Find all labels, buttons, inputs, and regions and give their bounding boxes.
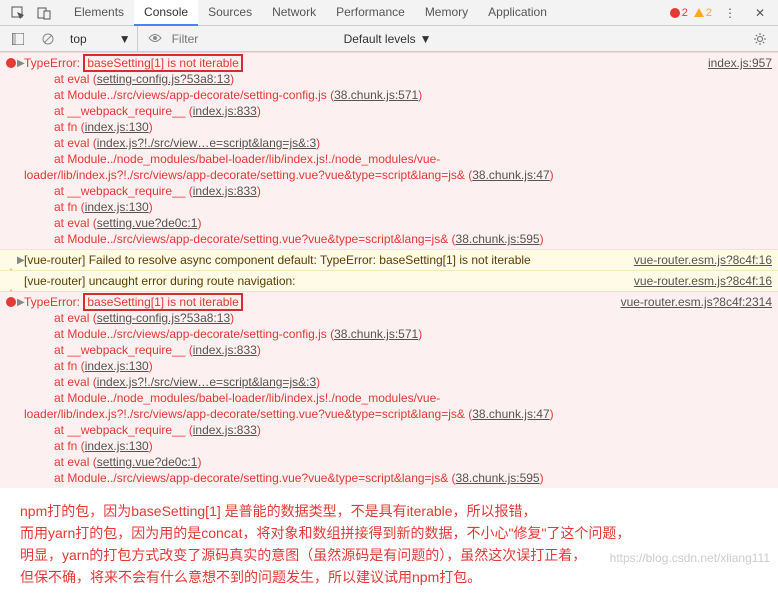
more-icon[interactable]: ⋮ xyxy=(718,1,742,25)
context-value: top xyxy=(70,32,105,46)
error-badge[interactable]: 2 xyxy=(670,7,688,19)
filter-input[interactable] xyxy=(172,32,332,46)
source-link[interactable]: index.js:833 xyxy=(193,343,257,357)
source-link[interactable]: vue-router.esm.js?8c4f:2314 xyxy=(621,294,772,310)
inspect-icon[interactable] xyxy=(6,1,30,25)
warn-text: [vue-router] uncaught error during route… xyxy=(24,274,296,288)
source-link[interactable]: index.js:833 xyxy=(193,423,257,437)
source-link[interactable]: setting.vue?de0c:1 xyxy=(97,216,198,230)
tab-application[interactable]: Application xyxy=(478,0,557,26)
tab-memory[interactable]: Memory xyxy=(415,0,478,26)
console-output: ▶ index.js:957 TypeError: baseSetting[1]… xyxy=(0,52,778,488)
annotation-line: npm打的包，因为baseSetting[1] 是普能的数据类型，不是具有ite… xyxy=(20,500,758,522)
error-icon xyxy=(6,56,16,72)
source-link[interactable]: vue-router.esm.js?8c4f:16 xyxy=(634,273,772,289)
close-icon[interactable]: ✕ xyxy=(748,1,772,25)
tab-performance[interactable]: Performance xyxy=(326,0,415,26)
source-link[interactable]: 38.chunk.js:595 xyxy=(456,232,540,246)
error-text: TypeError: baseSetting[1] is not iterabl… xyxy=(24,293,243,311)
annotation-line: 但保不确，将来不会有什么意想不到的问题发生，所以建议试用npm打包。 xyxy=(20,566,758,588)
source-link[interactable]: 38.chunk.js:47 xyxy=(472,407,549,421)
context-selector[interactable]: top ▼ xyxy=(66,26,138,51)
source-link[interactable]: 38.chunk.js:47 xyxy=(472,168,549,182)
toolbar-right: 2 2 ⋮ ✕ xyxy=(670,1,778,25)
console-error-msg: ▶ index.js:957 TypeError: baseSetting[1]… xyxy=(0,52,778,249)
console-warn-msg: ▶ vue-router.esm.js?8c4f:16 [vue-router]… xyxy=(0,249,778,270)
warn-icon xyxy=(6,253,16,269)
warn-badge[interactable]: 2 xyxy=(694,7,712,19)
settings-icon[interactable] xyxy=(748,27,772,51)
console-error-msg: ▶ vue-router.esm.js?8c4f:2314 TypeError:… xyxy=(0,291,778,488)
error-count: 2 xyxy=(682,7,688,19)
stack-trace: at eval (setting-config.js?53a8:13)at Mo… xyxy=(24,310,772,486)
tab-console[interactable]: Console xyxy=(134,0,198,26)
source-link[interactable]: setting.vue?de0c:1 xyxy=(97,455,198,469)
live-expression-icon[interactable] xyxy=(144,32,166,46)
source-link[interactable]: vue-router.esm.js?8c4f:16 xyxy=(634,252,772,268)
annotation-line: 而用yarn打的包，因为用的是concat，将对象和数组拼接得到新的数据，不小心… xyxy=(20,522,758,544)
source-link[interactable]: index.js:130 xyxy=(85,200,149,214)
err-prefix: TypeError: xyxy=(24,295,80,309)
error-icon xyxy=(6,295,16,311)
source-link[interactable]: 38.chunk.js:571 xyxy=(334,88,418,102)
log-levels-select[interactable]: Default levels ▼ xyxy=(338,32,438,46)
error-text: TypeError: baseSetting[1] is not iterabl… xyxy=(24,54,243,72)
stack-trace: at eval (setting-config.js?53a8:13)at Mo… xyxy=(24,71,772,247)
source-link[interactable]: index.js:833 xyxy=(193,104,257,118)
sidebar-toggle-icon[interactable] xyxy=(6,27,30,51)
source-link[interactable]: index.js:130 xyxy=(85,120,149,134)
warn-text: [vue-router] Failed to resolve async com… xyxy=(24,253,531,267)
clear-console-icon[interactable] xyxy=(36,27,60,51)
source-link[interactable]: index.js:957 xyxy=(708,55,772,71)
toolbar-left xyxy=(0,1,56,25)
source-link[interactable]: index.js?!./src/view…e=script&lang=js&:3 xyxy=(97,136,316,150)
source-link[interactable]: setting-config.js?53a8:13 xyxy=(97,72,230,86)
devtools-toolbar: Elements Console Sources Network Perform… xyxy=(0,0,778,26)
chevron-down-icon: ▼ xyxy=(119,32,131,46)
source-link[interactable]: 38.chunk.js:595 xyxy=(456,471,540,485)
tab-sources[interactable]: Sources xyxy=(198,0,262,26)
console-warn-msg: vue-router.esm.js?8c4f:16 [vue-router] u… xyxy=(0,270,778,291)
annotation-line: 明显，yarn的打包方式改变了源码真实的意图（虽然源码是有问题的），虽然这次误打… xyxy=(20,544,758,566)
source-link[interactable]: 38.chunk.js:571 xyxy=(334,327,418,341)
highlight-box: baseSetting[1] is not iterable xyxy=(83,293,242,311)
source-link[interactable]: index.js:833 xyxy=(193,184,257,198)
source-link[interactable]: index.js:130 xyxy=(85,359,149,373)
err-prefix: TypeError: xyxy=(24,56,80,70)
tab-elements[interactable]: Elements xyxy=(64,0,134,26)
source-link[interactable]: index.js?!./src/view…e=script&lang=js&:3 xyxy=(97,375,316,389)
annotation-text: npm打的包，因为baseSetting[1] 是普能的数据类型，不是具有ite… xyxy=(0,488,778,600)
chevron-down-icon: ▼ xyxy=(420,32,432,46)
warn-icon xyxy=(6,274,16,290)
warn-count: 2 xyxy=(706,7,712,19)
device-icon[interactable] xyxy=(32,1,56,25)
expand-arrow-icon[interactable]: ▶ xyxy=(17,253,25,269)
devtools-tabs: Elements Console Sources Network Perform… xyxy=(64,0,557,26)
source-link[interactable]: index.js:130 xyxy=(85,439,149,453)
levels-label: Default levels xyxy=(344,32,416,46)
highlight-box: baseSetting[1] is not iterable xyxy=(83,54,242,72)
expand-arrow-icon[interactable]: ▶ xyxy=(17,295,25,311)
source-link[interactable]: setting-config.js?53a8:13 xyxy=(97,311,230,325)
console-filterbar: top ▼ Default levels ▼ xyxy=(0,26,778,52)
expand-arrow-icon[interactable]: ▶ xyxy=(17,56,25,72)
tab-network[interactable]: Network xyxy=(262,0,326,26)
